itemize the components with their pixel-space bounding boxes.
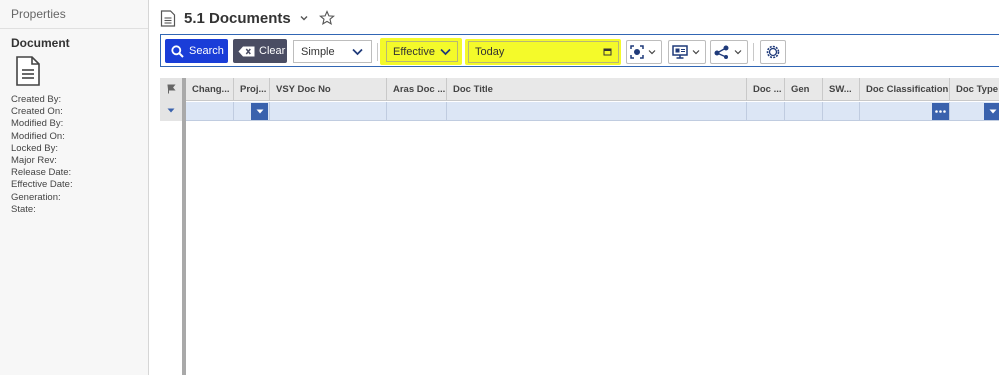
effectivity-date-value: Today (475, 46, 505, 58)
clear-icon (238, 46, 255, 56)
star-icon[interactable] (318, 10, 335, 26)
column-header-gen[interactable]: Gen (785, 78, 823, 101)
column-header-vsy-doc-no[interactable]: VSY Doc No (270, 78, 387, 101)
chevron-down-icon (352, 48, 363, 56)
search-toolbar: Search Clear Simple Effective Today (160, 34, 999, 67)
filter-cell-project[interactable] (234, 102, 270, 121)
field-state: State: (11, 203, 36, 215)
field-release-date: Release Date: (11, 167, 72, 179)
effectivity-date-input[interactable]: Today (468, 41, 619, 63)
filter-cell-doc-title[interactable] (447, 102, 747, 121)
document-icon (16, 56, 40, 86)
toolbar-separator (377, 43, 378, 61)
field-major-rev: Major Rev: (11, 155, 57, 167)
view-mode-button[interactable] (668, 40, 706, 64)
grid-filter-row (186, 102, 999, 121)
filter-cell-doc[interactable] (747, 102, 785, 121)
flag-icon[interactable] (166, 84, 176, 94)
field-created-by: Created By: (11, 94, 62, 105)
monitor-icon (672, 45, 700, 59)
column-header-change[interactable]: Chang... (186, 78, 234, 101)
ellipsis-icon (935, 110, 946, 113)
filter-cell-vsy-doc-no[interactable] (270, 102, 387, 121)
column-header-doc-title[interactable]: Doc Title (447, 78, 747, 101)
field-created-on: Created On: (11, 106, 63, 118)
grid-splitter[interactable] (182, 78, 186, 375)
column-header-doc[interactable]: Doc ... (747, 78, 785, 101)
filter-cell-change[interactable] (186, 102, 234, 121)
search-mode-select[interactable]: Simple (293, 40, 372, 63)
results-grid: Chang... Proj... VSY Doc No Aras Doc ...… (160, 78, 999, 375)
classification-picker-button[interactable] (932, 103, 949, 120)
grid-header-row: Chang... Proj... VSY Doc No Aras Doc ...… (186, 78, 999, 101)
target-button[interactable] (626, 40, 662, 64)
clear-button-label: Clear (259, 45, 286, 57)
column-header-doc-type[interactable]: Doc Type (950, 78, 999, 101)
caret-down-icon (256, 109, 263, 114)
filter-cell-doc-type[interactable] (950, 102, 999, 121)
caret-down-icon[interactable] (167, 108, 175, 113)
caret-down-icon (989, 109, 996, 114)
target-icon (630, 45, 656, 59)
column-header-project[interactable]: Proj... (234, 78, 270, 101)
toolbar-separator (753, 43, 754, 61)
calendar-icon[interactable] (603, 47, 612, 56)
search-mode-value: Simple (301, 45, 335, 58)
effectivity-value: Effective (393, 45, 435, 58)
panel-divider (0, 28, 148, 29)
filter-cell-aras-doc[interactable] (387, 102, 447, 121)
page-title: 5.1 Documents (184, 9, 291, 27)
settings-button[interactable] (760, 40, 786, 64)
document-icon (160, 9, 176, 27)
search-button[interactable]: Search (165, 39, 228, 63)
properties-panel: Properties Document Created By: Created … (0, 0, 149, 375)
row-selector-column (160, 78, 182, 121)
project-filter-dropdown[interactable] (251, 103, 268, 120)
panel-heading: Document (11, 36, 70, 50)
clear-button[interactable]: Clear (233, 39, 287, 63)
search-icon (171, 44, 184, 58)
property-field-list: Created By: Created On: Modified By: Mod… (11, 94, 73, 216)
field-locked-by: Locked By: (11, 142, 58, 154)
properties-tab[interactable]: Properties (11, 7, 66, 21)
doc-type-filter-dropdown[interactable] (984, 103, 999, 120)
field-modified-on: Modified On: (11, 130, 65, 142)
settings-icon (766, 45, 780, 59)
filter-cell-gen[interactable] (785, 102, 823, 121)
page-header: 5.1 Documents (160, 6, 335, 30)
chevron-down-icon (440, 48, 451, 56)
effectivity-select[interactable]: Effective (386, 41, 458, 62)
share-icon (714, 45, 742, 59)
column-header-aras-doc[interactable]: Aras Doc ... (387, 78, 447, 101)
column-header-sw[interactable]: SW... (823, 78, 860, 101)
field-modified-by: Modified By: (11, 118, 64, 130)
search-button-label: Search (189, 45, 224, 57)
column-header-doc-classification[interactable]: Doc Classification (860, 78, 950, 101)
field-effective-date: Effective Date: (11, 179, 73, 191)
filter-cell-sw[interactable] (823, 102, 860, 121)
chevron-down-icon[interactable] (299, 13, 309, 23)
filter-cell-doc-classification[interactable] (860, 102, 950, 121)
share-button[interactable] (710, 40, 748, 64)
field-generation: Generation: (11, 191, 61, 203)
